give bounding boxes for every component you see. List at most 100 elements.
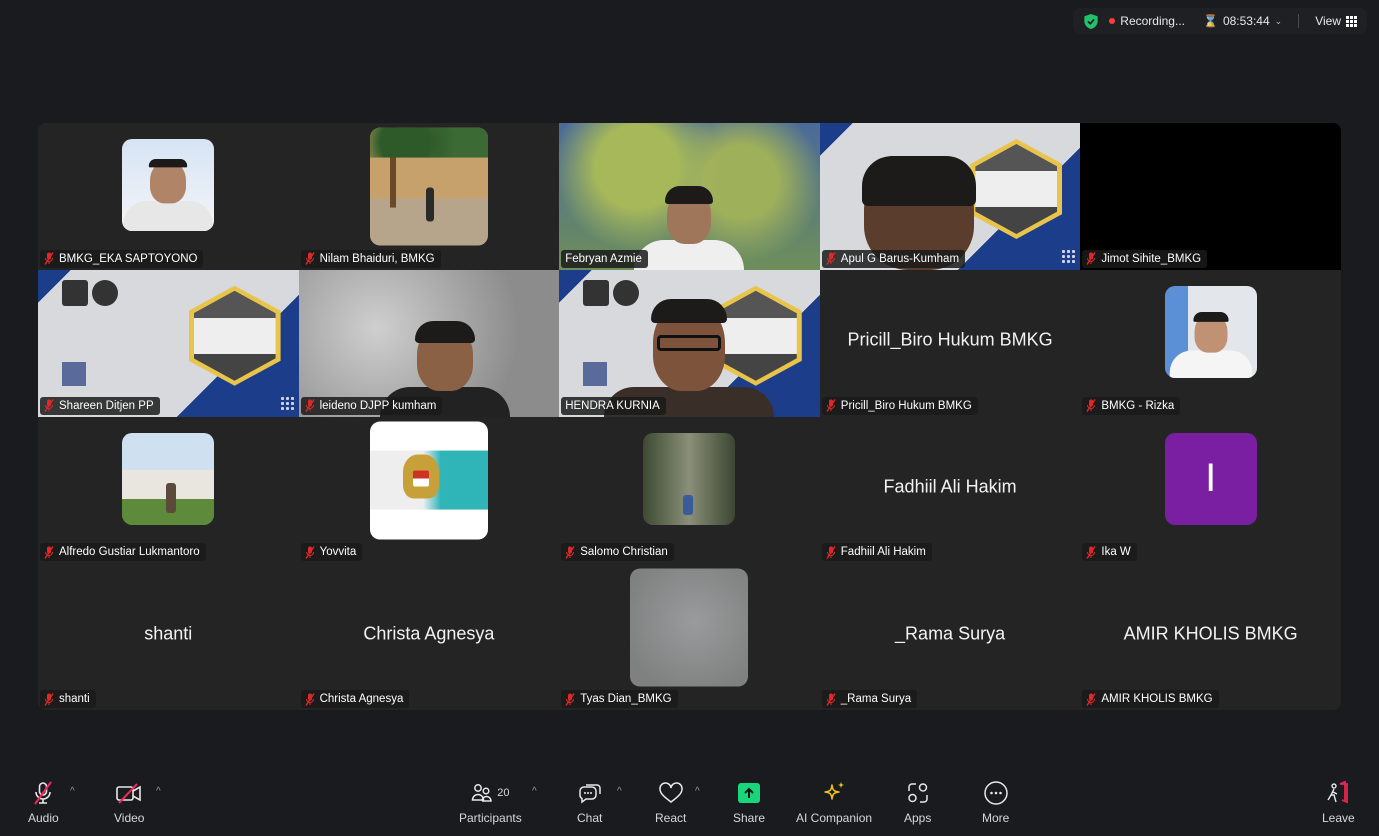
participant-name-label: _Rama Surya [821,690,918,708]
participant-name-label: leideno DJPP kumham [300,396,443,415]
microphone-muted-icon [1086,252,1096,266]
participant-name: Ika W [1101,546,1131,559]
participant-name: Nilam Bhaiduri, BMKG [319,252,435,265]
more-button[interactable]: More [982,780,1009,825]
participant-tile[interactable]: Shareen Ditjen PP [38,269,299,417]
participant-display-name: AMIR KHOLIS BMKG [1123,622,1298,643]
ai-companion-label: AI Companion [796,811,873,825]
video-button[interactable]: Video [114,780,144,825]
video-label: Video [114,811,145,825]
microphone-muted-icon [826,545,836,559]
leave-button[interactable]: Leave [1322,780,1355,825]
participant-name-label: Apul G Barus-Kumham [821,249,966,268]
participant-tile[interactable]: Tyas Dian_BMKG [559,563,820,710]
participants-options-chevron[interactable]: ^ [532,786,537,797]
participant-name-label: Jimot Sihite_BMKG [1082,249,1208,268]
participant-tile[interactable]: Pricill_Biro Hukum BMKG Pricill_Biro Huk… [819,269,1081,417]
view-button[interactable]: View [1315,14,1357,28]
audio-options-chevron[interactable]: ^ [70,786,75,797]
chat-options-chevron[interactable]: ^ [617,786,622,797]
view-label: View [1315,14,1341,28]
participant-display-name: shanti [144,622,193,643]
participant-tile[interactable]: Nilam Bhaiduri, BMKG [298,123,560,270]
microphone-muted-icon [305,692,315,706]
participant-name: shanti [59,693,90,705]
apps-label: Apps [904,811,932,825]
participant-tile[interactable]: BMKG_EKA SAPTOYONO [38,123,299,270]
participant-avatar [643,432,736,525]
react-options-chevron[interactable]: ^ [695,786,700,797]
participants-button[interactable]: 20 Participants [459,780,522,825]
ai-companion-button[interactable]: AI Companion [796,780,872,825]
participant-name-label: Shareen Ditjen PP [40,396,160,415]
participant-tile[interactable]: Fadhiil Ali Hakim Fadhiil Ali Hakim [819,416,1081,564]
participant-avatar [1164,286,1257,379]
participant-tile[interactable]: BMKG - Rizka [1080,269,1341,417]
microphone-muted-icon [1086,399,1096,412]
shield-check-icon [1084,13,1098,29]
participant-name-label: BMKG - Rizka [1082,396,1181,415]
participant-name-label: Febryan Azmie [561,249,648,268]
participant-tile-active-speaker[interactable]: HENDRA KURNIA [559,269,820,417]
participant-name-label: HENDRA KURNIA [561,396,666,415]
participant-name: Fadhiil Ali Hakim [840,546,926,559]
participant-avatar [369,127,488,246]
participants-icon [471,784,492,802]
microphone-muted-icon [34,781,53,805]
participant-tile[interactable]: Yovvita [298,416,560,564]
heart-icon [658,782,683,803]
participant-tile[interactable]: Febryan Azmie [559,123,820,270]
recording-indicator[interactable]: Recording... [1109,14,1185,28]
participant-tile[interactable]: AMIR KHOLIS BMKG AMIR KHOLIS BMKG [1080,563,1341,710]
chat-button[interactable]: Chat [577,780,602,825]
apps-button[interactable]: Apps [904,780,931,825]
ministry-logo [62,279,88,306]
participant-tile[interactable]: leideno DJPP kumham [298,269,560,417]
participant-display-name: _Rama Surya [895,622,1006,643]
participant-name-label: Salomo Christian [561,543,674,562]
audio-label: Audio [28,811,59,825]
participant-tile[interactable]: Christa Agnesya Christa Agnesya [298,563,560,710]
share-button[interactable]: Share [733,780,765,825]
virtual-background-dots [1062,249,1076,263]
participant-avatar [630,568,749,687]
security-indicator[interactable] [1083,13,1099,30]
meeting-controls-toolbar: Audio ^ Video ^ 20 Participants ^ Chat ^ [0,766,1379,836]
participant-tile[interactable]: Alfredo Gustiar Lukmantoro [38,416,299,564]
participant-name-label: Pricill_Biro Hukum BMKG [821,396,978,415]
participant-name-label: Christa Agnesya [300,690,410,708]
microphone-muted-icon [826,252,836,266]
react-button[interactable]: React [655,780,686,825]
more-label: More [982,811,1010,825]
participant-name-label: shanti [40,690,96,708]
react-label: React [655,811,687,825]
djpp-logo [92,279,118,306]
participant-tile[interactable]: Apul G Barus-Kumham [819,123,1081,270]
meeting-status-bar: Recording... ⌛ 08:53:44 ⌄ View [1073,8,1367,34]
participants-label: Participants [459,811,522,825]
participant-name-label: Ika W [1082,543,1137,562]
participant-display-name: Pricill_Biro Hukum BMKG [847,329,1053,350]
meeting-timer[interactable]: ⌛ 08:53:44 ⌄ [1203,14,1282,28]
microphone-muted-icon [1086,545,1096,559]
participant-name: leideno DJPP kumham [319,399,437,412]
participant-tile[interactable]: I Ika W [1080,416,1341,564]
zoom-meeting-window: Recording... ⌛ 08:53:44 ⌄ View BMKG_EKA … [0,0,1379,836]
more-ellipsis-icon [983,781,1008,805]
video-options-chevron[interactable]: ^ [156,786,161,797]
participant-name-label: BMKG_EKA SAPTOYONO [40,249,204,268]
participant-count: 20 [497,787,510,799]
participant-name: HENDRA KURNIA [565,399,660,412]
microphone-muted-icon [305,545,315,559]
participant-name: Alfredo Gustiar Lukmantoro [59,546,200,559]
participant-display-name: Christa Agnesya [363,622,495,643]
participant-avatar [122,432,215,525]
participant-name-label: Fadhiil Ali Hakim [821,543,932,562]
participant-tile[interactable]: shanti shanti [38,563,299,710]
participant-tile[interactable]: Jimot Sihite_BMKG [1080,123,1341,270]
microphone-muted-icon [826,692,836,706]
participant-tile[interactable]: _Rama Surya _Rama Surya [819,563,1081,710]
microphone-muted-icon [44,399,54,412]
participant-tile[interactable]: Salomo Christian [559,416,820,564]
audio-button[interactable]: Audio [28,780,59,825]
